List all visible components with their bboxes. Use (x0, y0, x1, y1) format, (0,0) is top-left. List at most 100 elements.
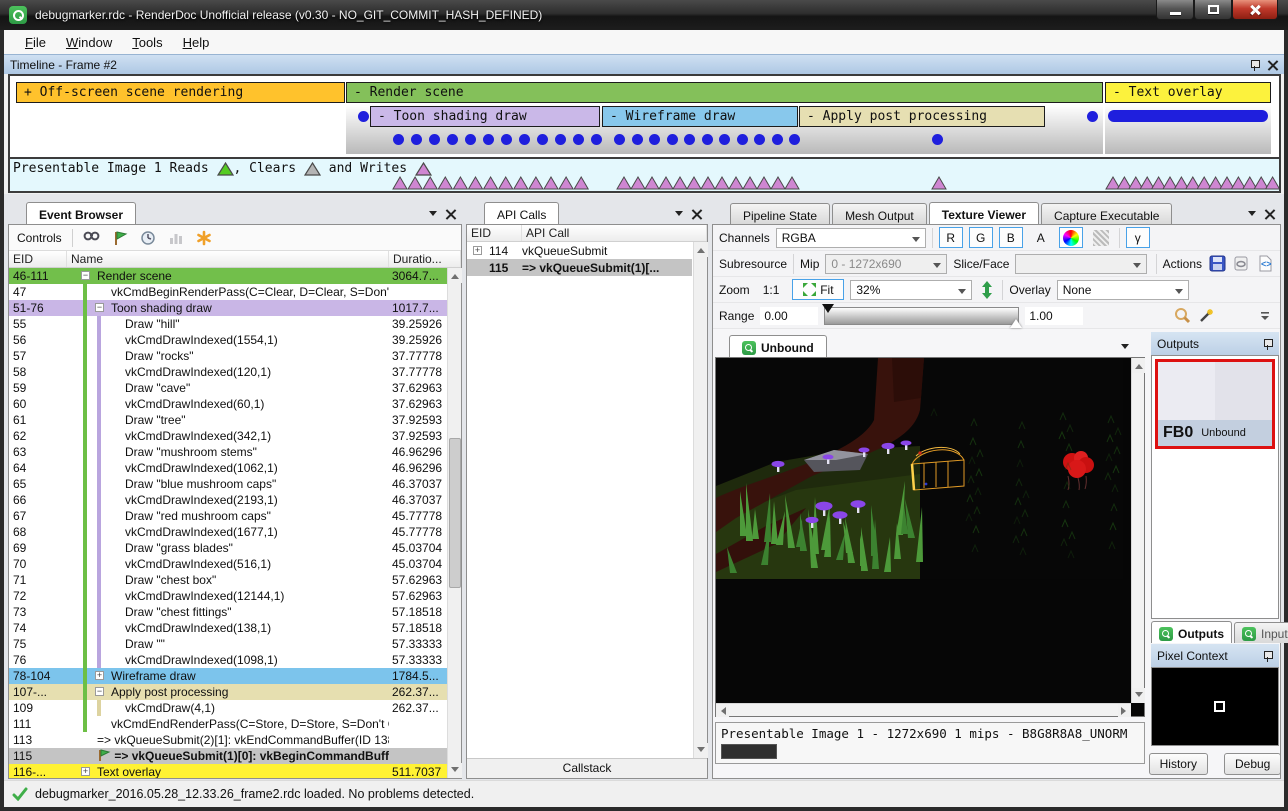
flip-y-icon[interactable] (978, 281, 996, 299)
event-row[interactable]: 109vkCmdDraw(4,1)262.37... (9, 700, 447, 716)
event-row[interactable]: 46-111−Render scene3064.7... (9, 268, 447, 284)
close-panel-icon[interactable] (446, 209, 456, 219)
timeline-draw-dot[interactable] (614, 134, 625, 145)
menu-tools[interactable]: Tools (123, 32, 171, 53)
event-row[interactable]: 76vkCmdDrawIndexed(1098,1)57.33333 (9, 652, 447, 668)
event-row[interactable]: 58vkCmdDrawIndexed(120,1)37.77778 (9, 364, 447, 380)
event-row[interactable]: 73Draw "chest fittings"57.18518 (9, 604, 447, 620)
timeline-draw-dot[interactable] (719, 134, 730, 145)
pin-icon[interactable] (1263, 338, 1273, 350)
tab-outputs[interactable]: Outputs (1151, 621, 1232, 643)
scroll-down-icon[interactable] (694, 743, 708, 758)
find-event-icon[interactable] (83, 229, 101, 247)
timeline-panel-header[interactable]: Timeline - Frame #2 (4, 54, 1284, 74)
green-channel-button[interactable]: G (969, 227, 993, 248)
usage-write-marker[interactable] (645, 177, 659, 189)
event-row[interactable]: 74vkCmdDrawIndexed(138,1)57.18518 (9, 620, 447, 636)
timeline-draw-dot[interactable] (573, 134, 584, 145)
event-row[interactable]: 78-104+Wireframe draw1784.5... (9, 668, 447, 684)
event-row[interactable]: 57Draw "rocks"37.77778 (9, 348, 447, 364)
menu-file[interactable]: File (16, 32, 55, 53)
event-row[interactable]: 115 => vkQueueSubmit(1)[0]: vkBeginComma… (9, 748, 447, 764)
history-button[interactable]: History (1149, 753, 1208, 775)
event-row[interactable]: 70vkCmdDrawIndexed(516,1)45.03704 (9, 556, 447, 572)
range-max-field[interactable]: 1.00 (1025, 307, 1083, 325)
event-row[interactable]: 66vkCmdDrawIndexed(2193,1)46.37037 (9, 492, 447, 508)
event-row[interactable]: 67Draw "red mushroom caps"45.77778 (9, 508, 447, 524)
timeline-marker-bar[interactable]: - Apply post processing (799, 106, 1045, 127)
range-black-marker[interactable] (822, 304, 834, 319)
event-row[interactable]: 71Draw "chest box"57.62963 (9, 572, 447, 588)
event-row[interactable]: 113=> vkQueueSubmit(2)[1]: vkEndCommandB… (9, 732, 447, 748)
tab-inputs[interactable]: Inputs (1234, 622, 1288, 643)
api-calls-column-header[interactable]: EID API Call (467, 225, 707, 242)
zoom-dropdown[interactable]: 32% (850, 280, 972, 300)
usage-write-marker[interactable] (932, 177, 946, 189)
zoom-1to1-button[interactable]: 1:1 (756, 281, 787, 299)
usage-write-marker[interactable] (785, 177, 799, 189)
custom-action-icon[interactable] (195, 229, 213, 247)
timeline-draw-dot[interactable] (932, 134, 943, 145)
tab-texture-viewer[interactable]: Texture Viewer (929, 202, 1039, 224)
timeline-canvas[interactable]: Presentable Image 1 Reads , Clears and W… (8, 74, 1281, 193)
timeline-draw-dot[interactable] (1087, 111, 1098, 122)
open-in-code-icon[interactable]: <> (1256, 255, 1274, 273)
timeline-draw-dot[interactable] (667, 134, 678, 145)
event-row[interactable]: 75Draw ""57.33333 (9, 636, 447, 652)
blue-channel-button[interactable]: B (999, 227, 1023, 248)
collapse-icon[interactable]: − (95, 303, 104, 312)
channels-dropdown[interactable]: RGBA (776, 228, 926, 248)
maximize-button[interactable] (1194, 0, 1232, 20)
menu-help[interactable]: Help (174, 32, 219, 53)
expand-icon[interactable]: + (81, 767, 90, 776)
scroll-up-icon[interactable] (694, 242, 708, 257)
bookmark-flag-icon[interactable] (111, 229, 129, 247)
event-row[interactable]: 47vkCmdBeginRenderPass(C=Clear, D=Clear,… (9, 284, 447, 300)
range-white-marker[interactable] (1010, 313, 1022, 328)
save-texture-icon[interactable] (1208, 255, 1226, 273)
timeline-marker-bar[interactable]: + Off-screen scene rendering (16, 82, 345, 103)
usage-write-marker[interactable] (453, 177, 467, 189)
mip-dropdown[interactable]: 0 - 1272x690 (825, 254, 947, 274)
texture-image[interactable] (716, 358, 1123, 579)
pixel-context-view[interactable] (1151, 667, 1279, 746)
timeline-draw-dot[interactable] (737, 134, 748, 145)
usage-write-marker[interactable] (408, 177, 422, 189)
minimize-button[interactable] (1156, 0, 1194, 20)
range-min-field[interactable]: 0.00 (760, 307, 818, 325)
timeline-draw-dot[interactable] (483, 134, 494, 145)
open-link-icon[interactable] (1232, 255, 1250, 273)
timeline-draw-dot[interactable] (393, 134, 404, 145)
timeline-draw-pill[interactable] (1108, 110, 1268, 122)
event-row[interactable]: 59Draw "cave"37.62963 (9, 380, 447, 396)
timeline-draw-dot[interactable] (447, 134, 458, 145)
usage-markers-layer[interactable] (10, 175, 1279, 191)
fb0-thumbnail[interactable]: FB0 Unbound (1155, 359, 1275, 449)
usage-write-marker[interactable] (423, 177, 437, 189)
colorwheel-button[interactable] (1059, 227, 1083, 248)
usage-write-marker[interactable] (469, 177, 483, 189)
event-row[interactable]: 111vkCmdEndRenderPass(C=Store, D=Store, … (9, 716, 447, 732)
usage-write-marker[interactable] (514, 177, 528, 189)
expand-icon[interactable]: + (95, 671, 104, 680)
debug-button[interactable]: Debug (1224, 753, 1281, 775)
usage-write-marker[interactable] (617, 177, 631, 189)
tab-capture-executable[interactable]: Capture Executable (1041, 203, 1172, 224)
usage-write-marker[interactable] (715, 177, 729, 189)
close-button[interactable] (1232, 0, 1278, 20)
tab-pipeline-state[interactable]: Pipeline State (730, 203, 830, 224)
event-row[interactable]: 56vkCmdDrawIndexed(1554,1)39.25926 (9, 332, 447, 348)
event-row[interactable]: 69Draw "grass blades"45.03704 (9, 540, 447, 556)
event-browser-column-header[interactable]: EID Name Duratio... (9, 251, 461, 268)
histogram-wand-icon[interactable] (1197, 307, 1215, 325)
usage-write-marker[interactable] (559, 177, 573, 189)
timeline-draw-dot[interactable] (429, 134, 440, 145)
usage-write-marker[interactable] (484, 177, 498, 189)
usage-write-marker[interactable] (529, 177, 543, 189)
usage-write-marker[interactable] (729, 177, 743, 189)
api-call-row[interactable]: 115=> vkQueueSubmit(1)[... (467, 259, 692, 276)
api-calls-scrollbar[interactable] (693, 242, 707, 758)
usage-write-marker[interactable] (771, 177, 785, 189)
timeline-draw-dot[interactable] (555, 134, 566, 145)
tab-event-browser[interactable]: Event Browser (26, 202, 136, 224)
